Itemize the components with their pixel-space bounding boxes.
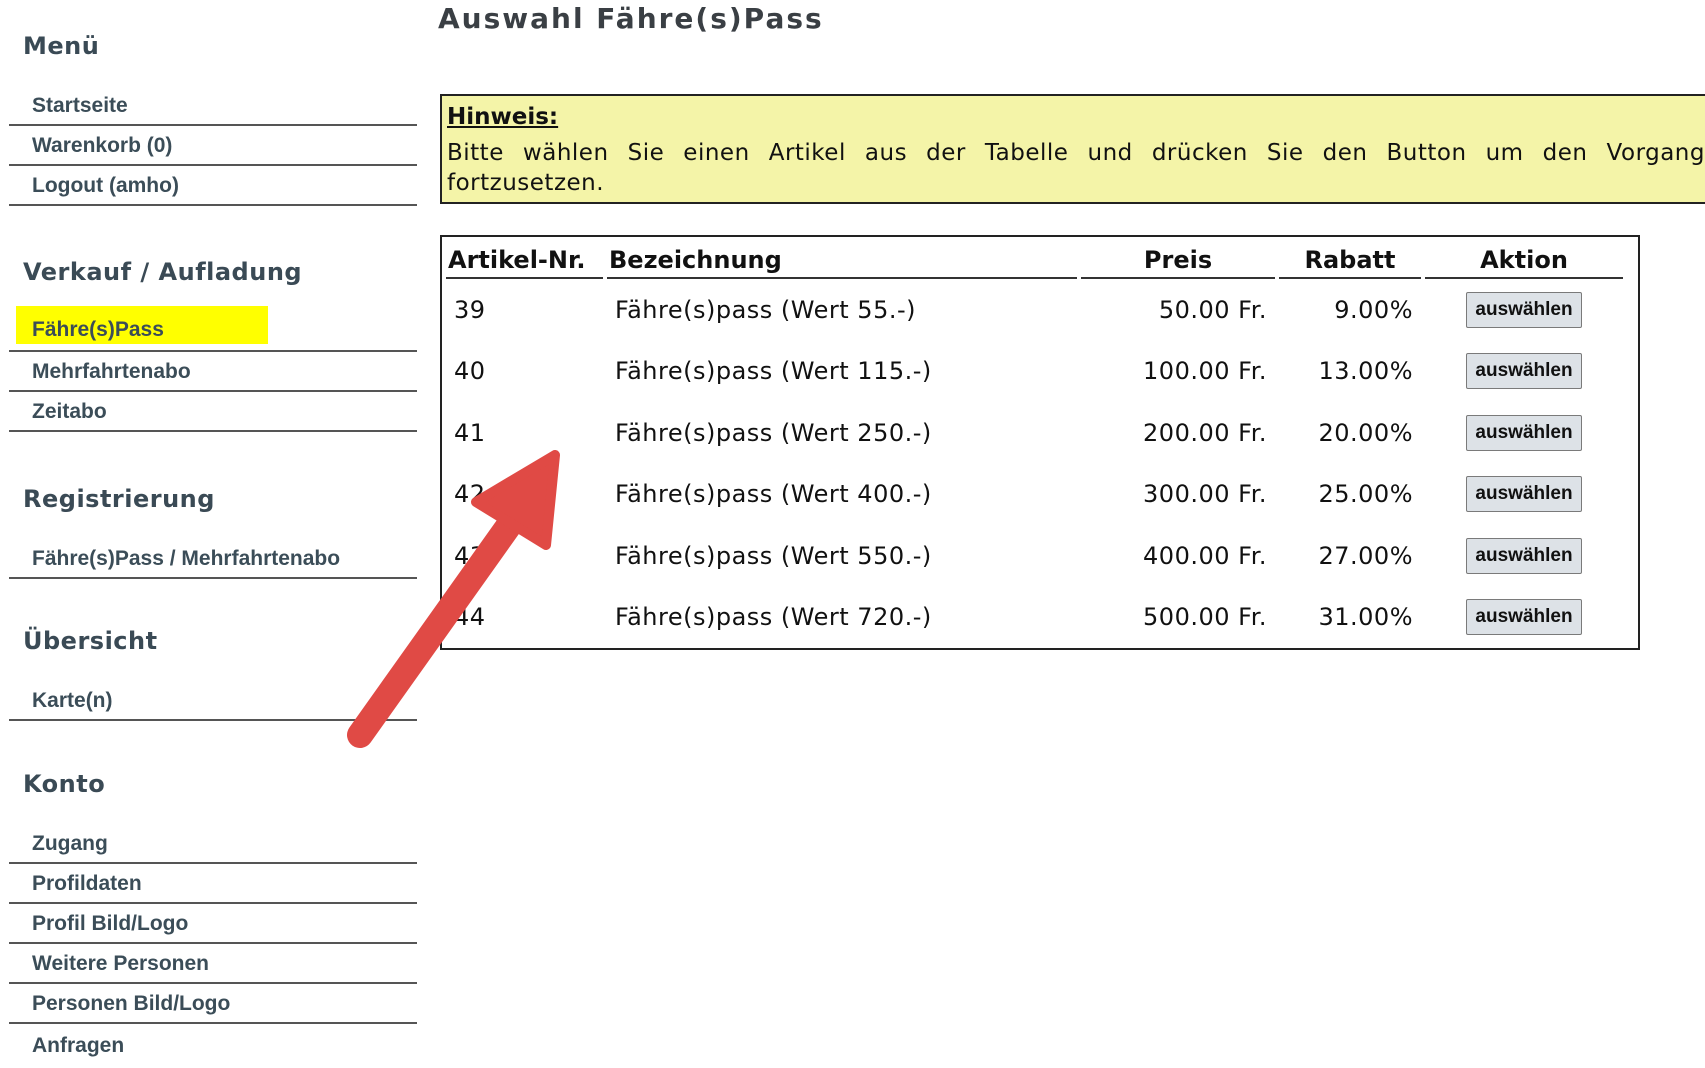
article-name: Fähre(s)pass (Wert 115.-) bbox=[615, 357, 932, 386]
nav-item-label: Fähre(s)Pass / Mehrfahrtenabo bbox=[32, 547, 341, 570]
article-price: 300.00 Fr. bbox=[1143, 480, 1267, 509]
hint-box: Hinweis: Bitte wählen Sie einen Artikel … bbox=[440, 94, 1705, 204]
nav-item-zeitabo[interactable]: Zeitabo bbox=[9, 392, 417, 432]
nav-item-label: Profil Bild/Logo bbox=[32, 912, 189, 935]
hint-title: Hinweis: bbox=[447, 104, 559, 130]
article-price: 100.00 Fr. bbox=[1143, 357, 1267, 386]
nav-item-label: Profildaten bbox=[32, 872, 142, 895]
nav-item-profil-bild[interactable]: Profil Bild/Logo bbox=[9, 904, 417, 944]
article-name: Fähre(s)pass (Wert 400.-) bbox=[615, 480, 932, 509]
overview-section-title: Übersicht bbox=[23, 627, 158, 655]
table-row: 40 Fähre(s)pass (Wert 115.-) 100.00 Fr. … bbox=[446, 341, 1623, 403]
select-button[interactable]: auswählen bbox=[1466, 476, 1582, 513]
column-header-action: Aktion bbox=[1425, 243, 1623, 279]
hint-text: Bitte wählen Sie einen Artikel aus der T… bbox=[447, 140, 1705, 196]
article-name: Fähre(s)pass (Wert 250.-) bbox=[615, 418, 932, 447]
nav-item-anfragen[interactable]: Anfragen bbox=[9, 1024, 417, 1064]
nav-item-label: Karte(n) bbox=[32, 689, 113, 712]
table-header-row: Artikel-Nr. Bezeichnung Preis Rabatt Akt… bbox=[446, 243, 1623, 279]
account-list: Zugang Profildaten Profil Bild/Logo Weit… bbox=[9, 824, 417, 1064]
nav-item-personen-bild[interactable]: Personen Bild/Logo bbox=[9, 984, 417, 1024]
column-header-price: Preis bbox=[1081, 243, 1275, 279]
menu-list: Startseite Warenkorb (0) Logout (amho) bbox=[9, 86, 417, 206]
select-button[interactable]: auswählen bbox=[1466, 537, 1582, 574]
action-cell: auswählen bbox=[1425, 279, 1623, 341]
nav-item-label: Warenkorb (0) bbox=[32, 134, 173, 157]
article-discount: 31.00% bbox=[1318, 603, 1413, 632]
article-name: Fähre(s)pass (Wert 550.-) bbox=[615, 541, 932, 570]
nav-item-label: Personen Bild/Logo bbox=[32, 992, 231, 1015]
nav-item-startseite[interactable]: Startseite bbox=[9, 86, 417, 126]
registration-section-title: Registrierung bbox=[23, 485, 215, 513]
article-discount: 27.00% bbox=[1318, 541, 1413, 570]
article-discount: 9.00% bbox=[1334, 295, 1413, 324]
overview-list: Karte(n) bbox=[9, 681, 417, 721]
select-button[interactable]: auswählen bbox=[1466, 353, 1582, 390]
nav-item-label: Zugang bbox=[32, 832, 108, 855]
article-nr: 43 bbox=[454, 541, 486, 570]
nav-item-label: Fähre(s)Pass bbox=[16, 306, 268, 344]
action-cell: auswählen bbox=[1425, 341, 1623, 403]
article-discount: 20.00% bbox=[1318, 418, 1413, 447]
article-table-container: Artikel-Nr. Bezeichnung Preis Rabatt Akt… bbox=[440, 235, 1640, 650]
column-header-nr: Artikel-Nr. bbox=[446, 243, 603, 279]
sale-section-title: Verkauf / Aufladung bbox=[23, 258, 303, 286]
table-row: 39 Fähre(s)pass (Wert 55.-) 50.00 Fr. 9.… bbox=[446, 279, 1623, 341]
table-row: 41 Fähre(s)pass (Wert 250.-) 200.00 Fr. … bbox=[446, 402, 1623, 464]
select-button[interactable]: auswählen bbox=[1466, 414, 1582, 451]
article-name: Fähre(s)pass (Wert 720.-) bbox=[615, 603, 932, 632]
article-name: Fähre(s)pass (Wert 55.-) bbox=[615, 295, 916, 324]
article-discount: 25.00% bbox=[1318, 480, 1413, 509]
action-cell: auswählen bbox=[1425, 587, 1623, 649]
article-nr: 40 bbox=[454, 357, 486, 386]
nav-item-faehrespass[interactable]: Fähre(s)Pass bbox=[9, 306, 417, 352]
sidebar: Menü Startseite Warenkorb (0) Logout (am… bbox=[0, 0, 425, 1068]
article-price: 400.00 Fr. bbox=[1143, 541, 1267, 570]
article-nr: 44 bbox=[454, 603, 486, 632]
select-button[interactable]: auswählen bbox=[1466, 291, 1582, 328]
nav-item-profildaten[interactable]: Profildaten bbox=[9, 864, 417, 904]
select-button[interactable]: auswählen bbox=[1466, 599, 1582, 636]
nav-item-karten[interactable]: Karte(n) bbox=[9, 681, 417, 721]
registration-list: Fähre(s)Pass / Mehrfahrtenabo bbox=[9, 539, 417, 579]
article-price: 500.00 Fr. bbox=[1143, 603, 1267, 632]
article-nr: 41 bbox=[454, 418, 486, 447]
nav-item-zugang[interactable]: Zugang bbox=[9, 824, 417, 864]
nav-item-label: Startseite bbox=[32, 94, 128, 117]
article-nr: 42 bbox=[454, 480, 486, 509]
menu-section-title: Menü bbox=[23, 32, 100, 60]
article-table: Artikel-Nr. Bezeichnung Preis Rabatt Akt… bbox=[442, 243, 1627, 648]
article-discount: 13.00% bbox=[1318, 357, 1413, 386]
nav-item-label: Weitere Personen bbox=[32, 952, 210, 975]
action-cell: auswählen bbox=[1425, 402, 1623, 464]
table-row: 44 Fähre(s)pass (Wert 720.-) 500.00 Fr. … bbox=[446, 587, 1623, 649]
nav-item-registration-pass[interactable]: Fähre(s)Pass / Mehrfahrtenabo bbox=[9, 539, 417, 579]
nav-item-logout[interactable]: Logout (amho) bbox=[9, 166, 417, 206]
nav-item-label: Logout (amho) bbox=[32, 174, 179, 197]
account-section-title: Konto bbox=[23, 770, 106, 798]
page-title: Auswahl Fähre(s)Pass bbox=[438, 2, 824, 35]
sale-list: Fähre(s)Pass Mehrfahrtenabo Zeitabo bbox=[9, 306, 417, 432]
table-row: 43 Fähre(s)pass (Wert 550.-) 400.00 Fr. … bbox=[446, 525, 1623, 587]
nav-item-mehrfahrtenabo[interactable]: Mehrfahrtenabo bbox=[9, 352, 417, 392]
article-price: 50.00 Fr. bbox=[1158, 295, 1267, 324]
column-header-discount: Rabatt bbox=[1279, 243, 1421, 279]
article-nr: 39 bbox=[454, 295, 486, 324]
nav-item-label: Anfragen bbox=[32, 1034, 125, 1057]
column-header-name: Bezeichnung bbox=[607, 243, 1077, 279]
action-cell: auswählen bbox=[1425, 525, 1623, 587]
nav-item-label: Mehrfahrtenabo bbox=[32, 360, 191, 383]
nav-item-weitere-personen[interactable]: Weitere Personen bbox=[9, 944, 417, 984]
table-row: 42 Fähre(s)pass (Wert 400.-) 300.00 Fr. … bbox=[446, 464, 1623, 526]
nav-item-warenkorb[interactable]: Warenkorb (0) bbox=[9, 126, 417, 166]
action-cell: auswählen bbox=[1425, 464, 1623, 526]
nav-item-label: Zeitabo bbox=[32, 400, 107, 423]
article-price: 200.00 Fr. bbox=[1143, 418, 1267, 447]
